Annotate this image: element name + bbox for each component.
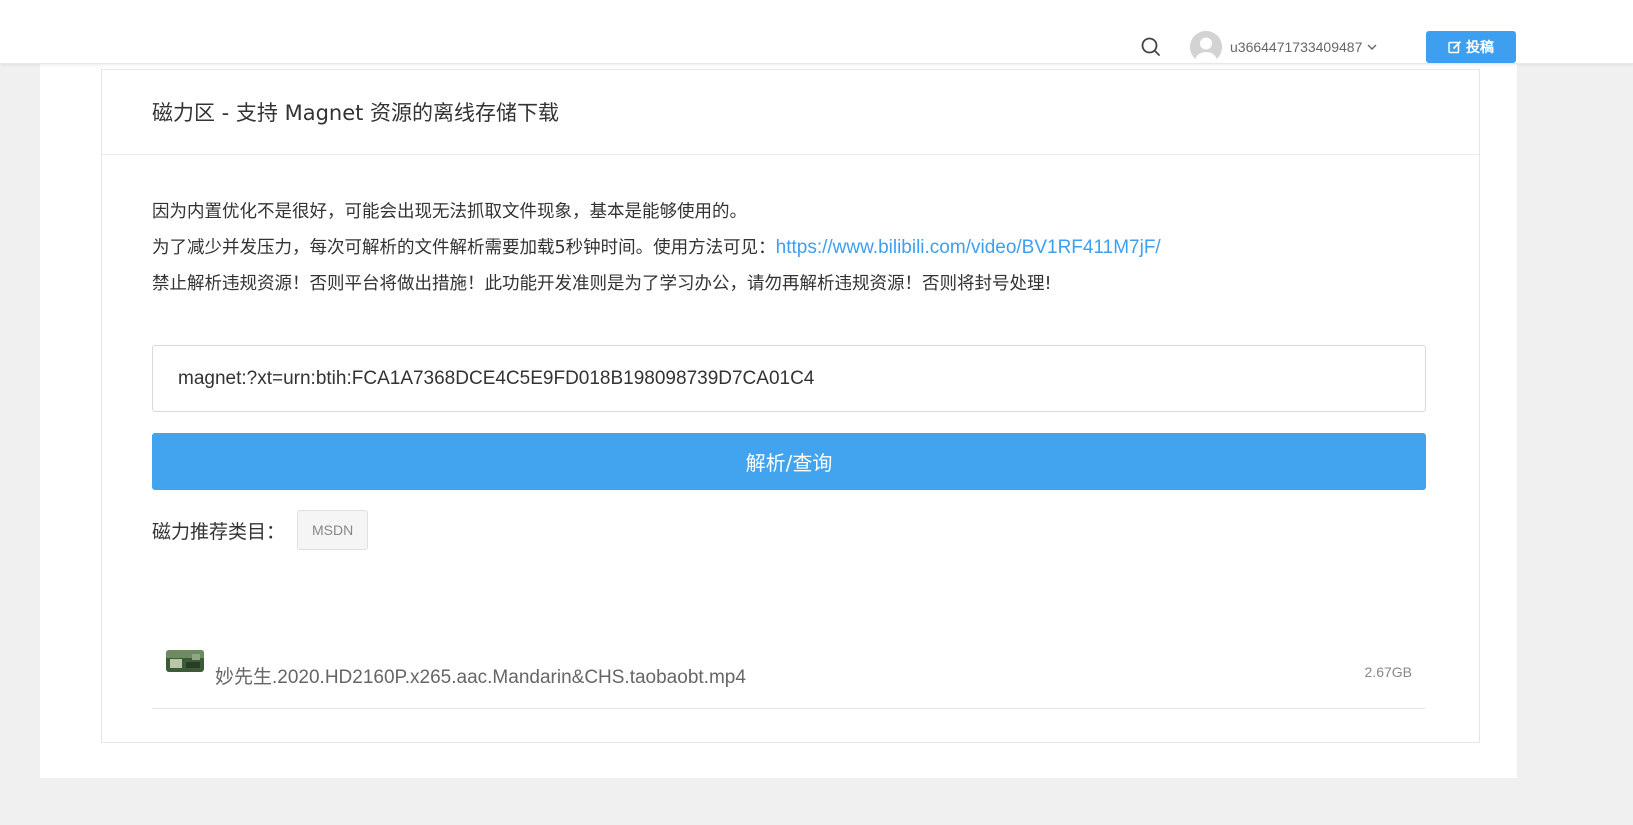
magnet-card: 磁力区 - 支持 Magnet 资源的离线存储下载 因为内置优化不是很好，可能会… xyxy=(101,69,1480,743)
content-container: 磁力区 - 支持 Magnet 资源的离线存储下载 因为内置优化不是很好，可能会… xyxy=(40,63,1517,778)
video-thumbnail xyxy=(166,650,204,672)
avatar xyxy=(1190,31,1222,63)
notice-text: 因为内置优化不是很好，可能会出现无法抓取文件现象，基本是能够使用的。 为了减少并… xyxy=(152,194,1161,302)
top-navbar: u3664471733409487 投稿 xyxy=(0,0,1633,64)
parse-query-button-label: 解析/查询 xyxy=(745,451,833,475)
search-icon[interactable] xyxy=(1140,36,1162,58)
notice-line-3: 禁止解析违规资源！否则平台将做出措施！此功能开发准则是为了学习办公，请勿再解析违… xyxy=(152,274,1052,294)
card-header: 磁力区 - 支持 Magnet 资源的离线存储下载 xyxy=(102,70,1479,155)
parse-query-button[interactable]: 解析/查询 xyxy=(152,433,1426,490)
file-name[interactable]: 妙先生.2020.HD2160P.x265.aac.Mandarin&CHS.t… xyxy=(215,662,746,689)
category-row: 磁力推荐类目： MSDN xyxy=(152,510,369,550)
edit-icon xyxy=(1448,40,1462,54)
chevron-down-icon xyxy=(1367,44,1377,50)
category-label: 磁力推荐类目： xyxy=(152,520,286,543)
magnet-input[interactable] xyxy=(152,345,1426,412)
page-title: 磁力区 - 支持 Magnet 资源的离线存储下载 xyxy=(152,101,560,125)
username: u3664471733409487 xyxy=(1230,39,1363,55)
list-item[interactable]: 妙先生.2020.HD2160P.x265.aac.Mandarin&CHS.t… xyxy=(152,640,1426,709)
user-avatar-icon xyxy=(1190,31,1222,63)
file-size: 2.67GB xyxy=(1364,664,1412,680)
post-button-label: 投稿 xyxy=(1466,39,1494,55)
tutorial-link[interactable]: https://www.bilibili.com/video/BV1RF411M… xyxy=(776,237,1161,258)
notice-line-2: 为了减少并发压力，每次可解析的文件解析需要加载5秒钟时间。使用方法可见：http… xyxy=(152,230,1161,266)
notice-line-2-text: 为了减少并发压力，每次可解析的文件解析需要加载5秒钟时间。使用方法可见： xyxy=(152,238,776,258)
post-button[interactable]: 投稿 xyxy=(1426,31,1516,63)
category-tag-msdn[interactable]: MSDN xyxy=(297,510,369,550)
user-menu[interactable]: u3664471733409487 xyxy=(1190,30,1378,64)
notice-line-1: 因为内置优化不是很好，可能会出现无法抓取文件现象，基本是能够使用的。 xyxy=(152,202,747,222)
